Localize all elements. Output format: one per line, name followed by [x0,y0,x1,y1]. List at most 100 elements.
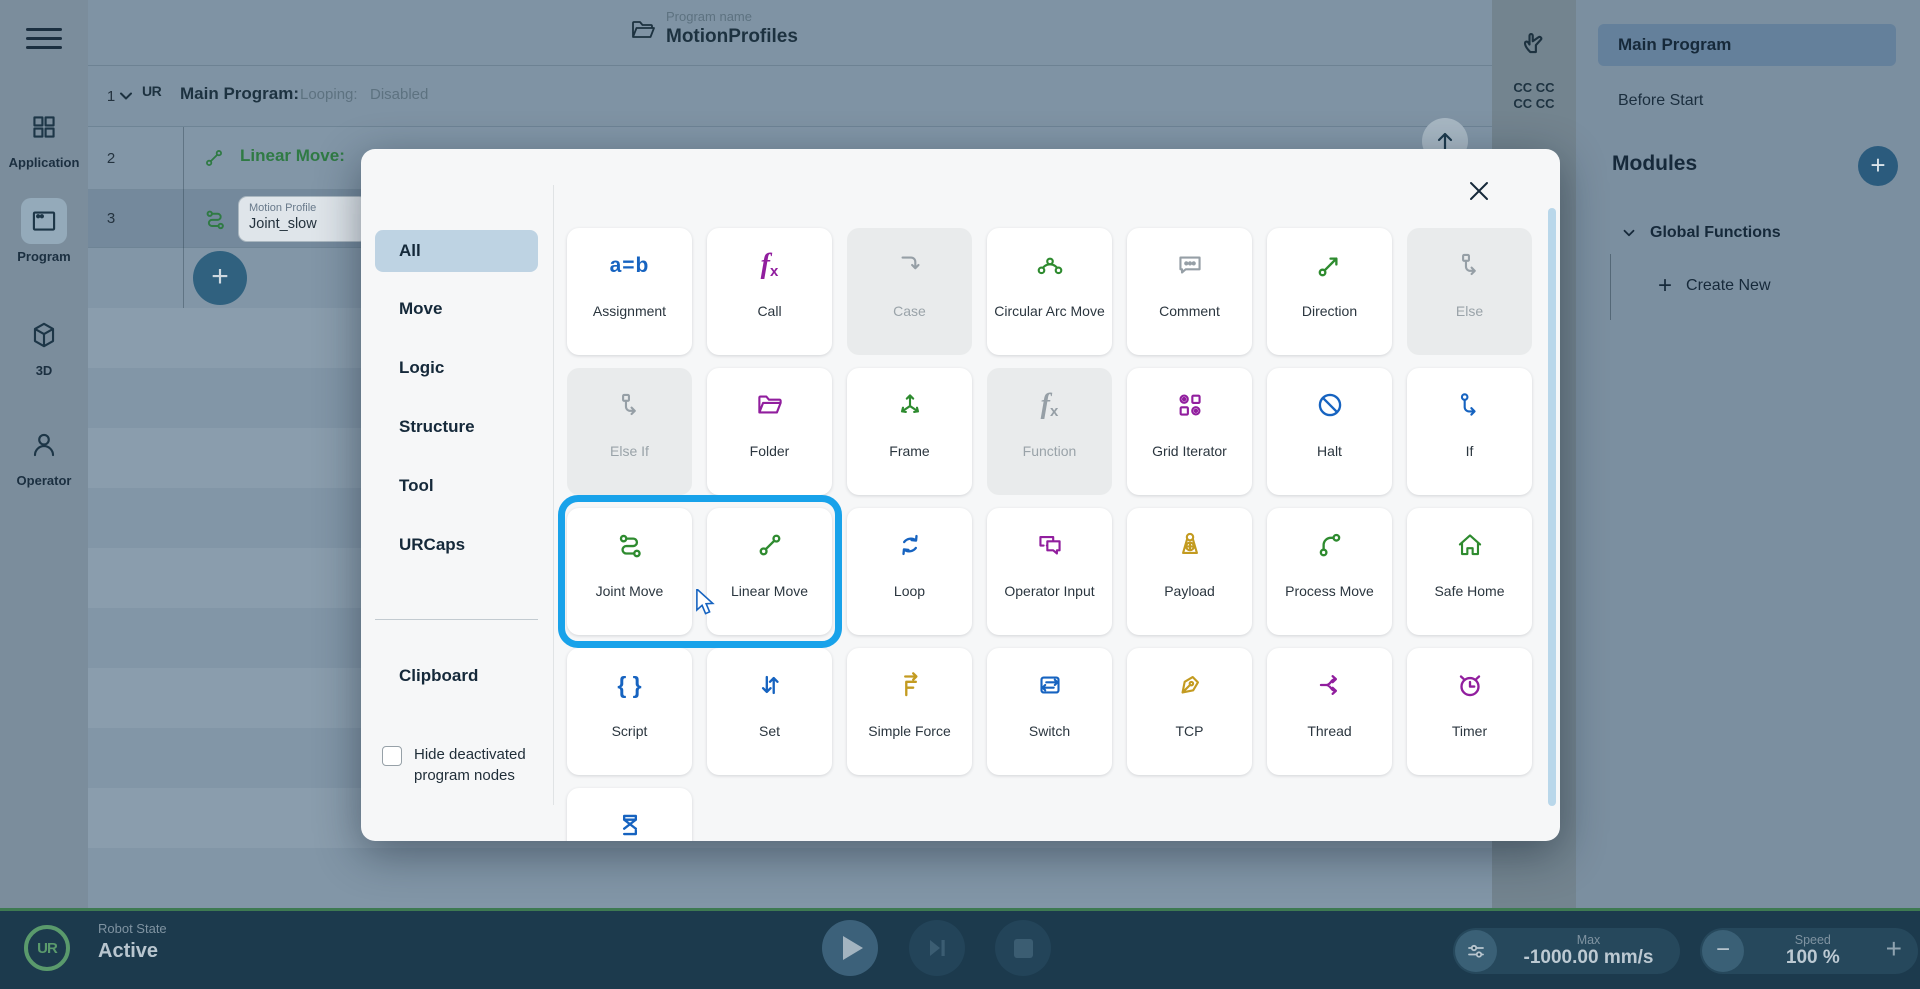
tile-comment[interactable]: Comment [1127,228,1252,355]
app-root: Program name MotionProfiles 1 UR Main Pr… [0,0,1920,989]
add-node-button[interactable]: + [193,251,247,305]
main-program-item[interactable]: Main Program [1598,24,1896,66]
play-button[interactable] [822,920,878,976]
chevron-down-icon[interactable] [116,86,136,106]
category-all[interactable]: All [375,230,538,272]
tile-frame[interactable]: Frame [847,368,972,495]
tile-process-move[interactable]: Process Move [1267,508,1392,635]
simple-force-icon [893,648,927,722]
menu-button[interactable] [26,22,62,54]
global-functions-group[interactable]: Global Functions [1620,224,1781,242]
tile-label: Case [887,302,932,320]
tile-label: TCP [1170,722,1210,740]
speed-increase-button[interactable]: + [1886,933,1902,965]
tile-payload[interactable]: Payload [1127,508,1252,635]
left-sidebar: Application Program 3D Operator [0,0,88,908]
speed-settings-button[interactable] [1455,930,1497,972]
checkbox[interactable] [382,746,402,766]
process-move-icon [1313,508,1347,582]
tile-thread[interactable]: Thread [1267,648,1392,775]
category-move[interactable]: Move [375,288,538,330]
tile-direction[interactable]: Direction [1267,228,1392,355]
create-new-label: Create New [1686,277,1770,295]
tile-grid-iterator[interactable]: Grid Iterator [1127,368,1252,495]
tile-label: Process Move [1279,582,1380,600]
dialog-divider [553,185,554,805]
close-button[interactable] [1465,177,1493,205]
joint-move-icon [201,205,229,233]
robot-state-value: Active [98,938,167,964]
tile-halt[interactable]: Halt [1267,368,1392,495]
category-logic[interactable]: Logic [375,347,538,389]
tree-row-main-program[interactable]: 1 UR Main Program: Looping: Disabled [88,66,1492,127]
speed-decrease-button[interactable]: − [1702,930,1744,972]
tile-label: Switch [1023,722,1076,740]
tile-label: Halt [1311,442,1348,460]
tile-folder[interactable]: Folder [707,368,832,495]
speed-label: Speed [1744,933,1882,947]
tile-label: Operator Input [998,582,1100,600]
tile-tcp[interactable]: TCP [1127,648,1252,775]
tile-circular-arc-move[interactable]: Circular Arc Move [987,228,1112,355]
before-start-item[interactable]: Before Start [1618,92,1703,110]
sidebar-item-3d[interactable]: 3D [0,312,88,378]
tile-if[interactable]: If [1407,368,1532,495]
drag-hand-icon[interactable] [1519,26,1549,58]
tile-simple-force[interactable]: Simple Force [847,648,972,775]
robot-state[interactable]: Robot State Active [98,921,167,964]
tile-script[interactable]: { } Script [567,648,692,775]
category-tool[interactable]: Tool [375,465,538,507]
tile-call[interactable]: fx Call [707,228,832,355]
timer-icon [1453,648,1487,722]
sliders-icon [1464,939,1488,963]
tile-label: Function [1017,442,1083,460]
tile-label: Script [606,722,654,740]
sidebar-item-operator[interactable]: Operator [0,422,88,488]
tile-timer[interactable]: Timer [1407,648,1532,775]
set-icon [753,648,787,722]
top-header: Program name MotionProfiles [88,0,1492,66]
hide-deactivated-checkbox[interactable]: Hide deactivated program nodes [382,744,542,786]
tile-joint-move[interactable]: Joint Move [567,508,692,635]
tile-wait[interactable] [567,788,692,841]
operator-input-icon [1033,508,1067,582]
halt-icon [1313,368,1347,442]
tile-set[interactable]: Set [707,648,832,775]
tile-function: fx Function [987,368,1112,495]
right-panel: Main Program Before Start Modules + Glob… [1576,0,1920,908]
looping-label: Looping: [300,86,358,103]
step-icon [925,936,949,960]
tile-assignment[interactable]: a=b Assignment [567,228,692,355]
tile-switch[interactable]: Switch [987,648,1112,775]
tile-operator-input[interactable]: Operator Input [987,508,1112,635]
bottom-bar: UR Robot State Active Max -1000.00 mm/s [0,908,1920,989]
category-urcaps[interactable]: URCaps [375,524,538,566]
motion-profile-card[interactable]: Motion Profile Joint_slow [238,196,368,242]
sidebar-item-application[interactable]: Application [0,104,88,170]
tile-label: Simple Force [862,722,956,740]
tile-else-if: Else If [567,368,692,495]
program-name: MotionProfiles [666,25,798,49]
assignment-icon: a=b [610,228,650,302]
sidebar-item-program[interactable]: Program [0,198,88,264]
stop-button[interactable] [995,920,1051,976]
tile-linear-move[interactable]: Linear Move [707,508,832,635]
safe-home-icon [1453,508,1487,582]
tile-loop[interactable]: Loop [847,508,972,635]
tile-label: Loop [888,582,931,600]
main-program-title: Main Program: [180,84,299,104]
dialog-scrollbar[interactable] [1548,208,1556,806]
tile-label: Grid Iterator [1146,442,1233,460]
category-clipboard[interactable]: Clipboard [375,655,538,697]
tile-label: Linear Move [725,582,814,600]
global-functions-label: Global Functions [1650,224,1781,242]
tile-safe-home[interactable]: Safe Home [1407,508,1532,635]
program-title-block[interactable]: Program name MotionProfiles [628,9,798,49]
if-icon [1453,368,1487,442]
create-new-button[interactable]: + Create New [1658,274,1771,298]
cc-badge: CC CC CC CC [1492,80,1576,112]
add-module-button[interactable]: + [1858,146,1898,186]
step-button[interactable] [909,920,965,976]
category-structure[interactable]: Structure [375,406,538,448]
tile-label: Else If [604,442,655,460]
